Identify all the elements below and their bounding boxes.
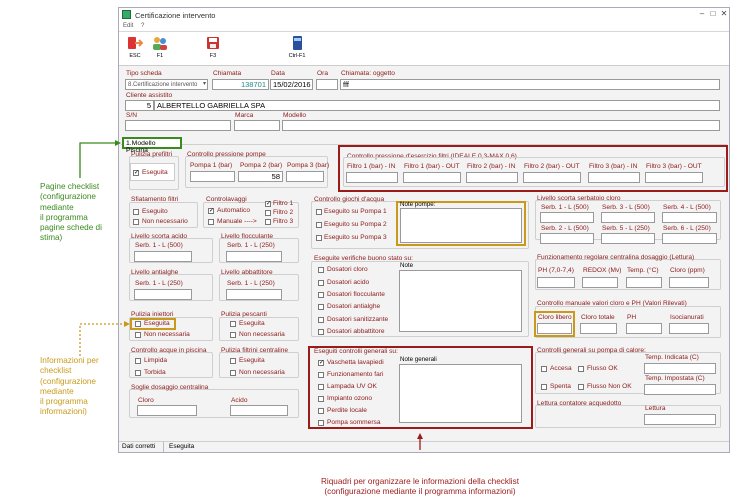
green-arrow-head xyxy=(115,140,121,146)
annotation-line: il programma xyxy=(40,212,88,222)
annotation-line: mediante xyxy=(40,202,74,212)
annotation-line: (configurazione xyxy=(40,376,96,386)
annotation-line: Riquadri per organizzare le informazioni… xyxy=(321,477,519,486)
annotation-line: pagine schede di xyxy=(40,223,102,233)
orange-arrow-line xyxy=(79,323,128,356)
annotation-riquadri: Riquadri per organizzare le informazioni… xyxy=(309,477,531,498)
annotation-line: il programma xyxy=(40,397,88,407)
annotation-pagine-checklist: Pagine checklist (configurazione mediant… xyxy=(40,182,102,244)
annotation-line: Pagine checklist xyxy=(40,182,100,191)
annotation-arrows xyxy=(79,140,423,450)
annotation-line: stima) xyxy=(40,233,63,243)
annotation-line: checklist xyxy=(40,366,72,376)
annotation-line: (configurazione xyxy=(40,192,96,202)
annotation-line: mediante xyxy=(40,386,74,396)
annotation-line: (configurazione mediante il programma in… xyxy=(324,487,516,497)
orange-arrow-head xyxy=(124,321,130,327)
green-arrow-line xyxy=(79,142,119,178)
annotation-line: Informazioni per xyxy=(40,356,99,365)
annotation-line: informazioni) xyxy=(40,407,87,417)
annotation-informazioni-checklist: Informazioni per checklist (configurazio… xyxy=(40,356,99,418)
red-arrow-head xyxy=(417,433,423,439)
